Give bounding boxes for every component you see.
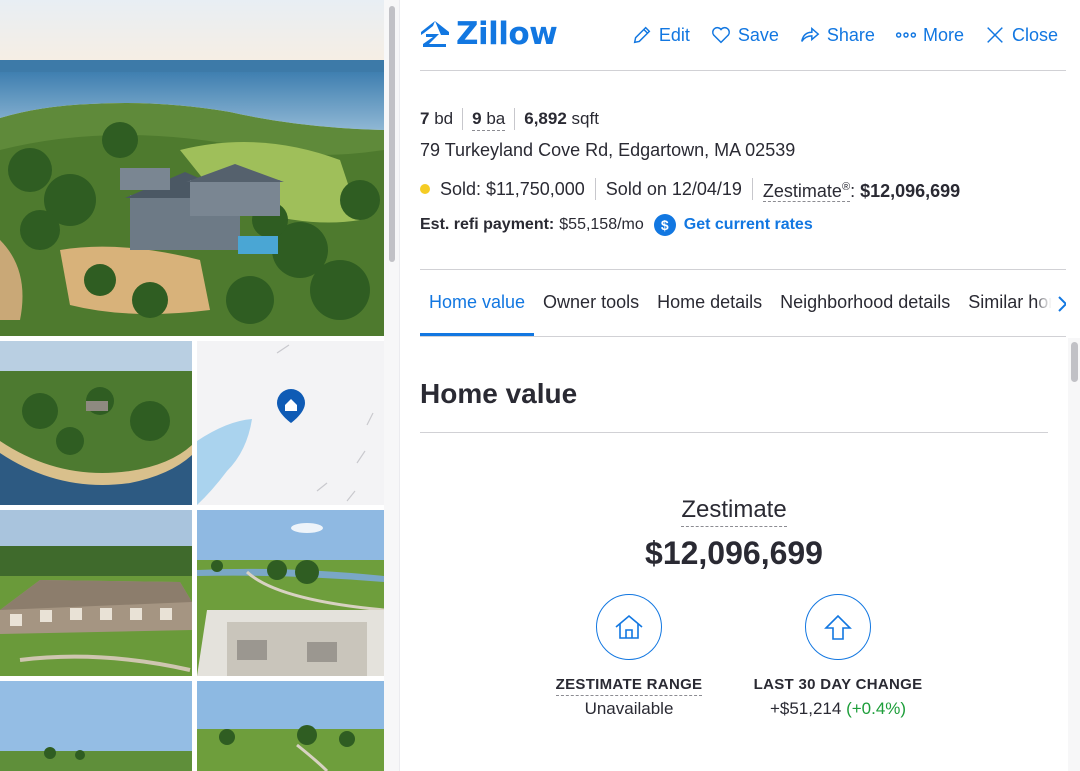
last-30-day-change-label: LAST 30 DAY CHANGE — [753, 676, 923, 693]
detail-scroll-thumb[interactable] — [1071, 342, 1078, 382]
zestimate-block: Zestimate $12,096,699 — [420, 496, 1048, 572]
beds-count: 7 — [420, 109, 430, 128]
save-button[interactable]: Save — [710, 24, 779, 46]
zestimate-label[interactable]: Zestimate — [681, 496, 787, 527]
zestimate-summary-label[interactable]: Zestimate® — [762, 181, 851, 202]
tabs-next-button[interactable] — [1038, 286, 1066, 322]
get-current-rates-link[interactable]: $ Get current rates — [653, 214, 813, 236]
hero-photo[interactable] — [0, 0, 384, 336]
zestimate-range-value: Unavailable — [584, 699, 674, 718]
listing-detail-panel: Zillow Edit Save Share More Close 7 bd 9… — [400, 0, 1080, 771]
photo-deck-view[interactable] — [197, 510, 384, 676]
dollar-icon: $ — [653, 214, 676, 236]
change-percent: (+0.4%) — [846, 699, 907, 718]
chevron-right-icon — [1058, 296, 1066, 312]
section-divider — [420, 432, 1048, 433]
save-label: Save — [737, 24, 779, 45]
arrow-up-icon — [824, 614, 852, 640]
property-address: 79 Turkeyland Cove Rd, Edgartown, MA 025… — [420, 140, 796, 160]
last-30-day-change-circle — [805, 594, 871, 660]
zillow-logo-text: Zillow — [456, 16, 558, 52]
zillow-logo-icon — [421, 21, 449, 47]
photo-lawn-view[interactable] — [197, 681, 384, 771]
baths-fact[interactable]: 9 ba — [463, 108, 516, 131]
beds-fact: 7 bd — [420, 108, 464, 130]
tab-owner-tools[interactable]: Owner tools — [534, 270, 648, 336]
refi-payment: Est. refi payment: $55,158/mo $ Get curr… — [420, 214, 813, 236]
home-value-heading: Home value — [420, 378, 578, 409]
photo-gallery[interactable] — [0, 0, 384, 771]
tab-home-value[interactable]: Home value — [420, 270, 535, 336]
sqft-count: 6,892 — [524, 109, 567, 128]
zestimate-range-stat: ZESTIMATE RANGE Unavailable — [529, 594, 729, 719]
home-facts: 7 bd 9 ba 6,892 sqft — [420, 108, 608, 131]
close-button[interactable]: Close — [984, 24, 1058, 46]
zestimate-range-circle — [596, 594, 662, 660]
photo-aerial-coast[interactable] — [0, 341, 192, 505]
refi-value: $55,158/mo — [559, 216, 644, 233]
tab-home-details[interactable]: Home details — [648, 270, 771, 336]
share-label: Share — [826, 24, 875, 45]
detail-header: Zillow Edit Save Share More Close — [420, 0, 1066, 71]
sold-date: Sold on 12/04/19 — [606, 178, 753, 200]
detail-tabs: Home value Owner tools Home details Neig… — [420, 269, 1066, 337]
sqft-fact: 6,892 sqft — [515, 108, 608, 130]
edit-button[interactable]: Edit — [631, 24, 690, 46]
change-amount: +$51,214 — [769, 699, 842, 718]
beds-unit: bd — [434, 109, 454, 128]
close-label: Close — [1011, 24, 1058, 45]
sold-price: Sold: $11,750,000 — [440, 178, 596, 200]
photo-field-view[interactable] — [0, 681, 192, 771]
get-current-rates-label: Get current rates — [683, 216, 813, 233]
baths-count: 9 — [472, 109, 482, 128]
last-30-day-change-stat: LAST 30 DAY CHANGE +$51,214 (+0.4%) — [738, 594, 938, 719]
zestimate-range-label[interactable]: ZESTIMATE RANGE — [529, 676, 729, 696]
share-arrow-icon — [800, 26, 820, 42]
gallery-scroll-thumb[interactable] — [389, 6, 395, 262]
detail-scrollbar[interactable] — [1068, 338, 1080, 771]
edit-label: Edit — [658, 24, 690, 45]
dots-icon — [895, 32, 917, 38]
refi-label: Est. refi payment: — [420, 216, 555, 233]
more-label: More — [922, 24, 964, 45]
house-icon — [615, 614, 643, 639]
zillow-logo[interactable]: Zillow — [420, 16, 558, 52]
map-thumbnail[interactable] — [197, 341, 384, 505]
header-actions: Edit Save Share More Close — [631, 24, 1058, 46]
zestimate-summary: Zestimate®: $12,096,699 — [762, 181, 961, 202]
baths-unit: ba — [486, 109, 506, 128]
share-button[interactable]: Share — [799, 24, 875, 46]
sale-status: Sold: $11,750,000 Sold on 12/04/19 Zesti… — [420, 176, 980, 202]
heart-icon — [711, 26, 730, 44]
sqft-unit: sqft — [571, 109, 599, 128]
tab-neighborhood-details[interactable]: Neighborhood details — [771, 270, 959, 336]
sold-status-dot — [420, 184, 430, 194]
last-30-day-change-value: +$51,214 (+0.4%) — [738, 699, 938, 719]
gallery-scrollbar[interactable] — [384, 0, 400, 771]
close-icon — [987, 27, 1003, 43]
zestimate-summary-value: $12,096,699 — [860, 181, 961, 201]
zestimate-value: $12,096,699 — [645, 535, 823, 571]
more-button[interactable]: More — [895, 24, 964, 46]
pencil-icon — [633, 26, 651, 44]
photo-house-exterior[interactable] — [0, 510, 192, 676]
